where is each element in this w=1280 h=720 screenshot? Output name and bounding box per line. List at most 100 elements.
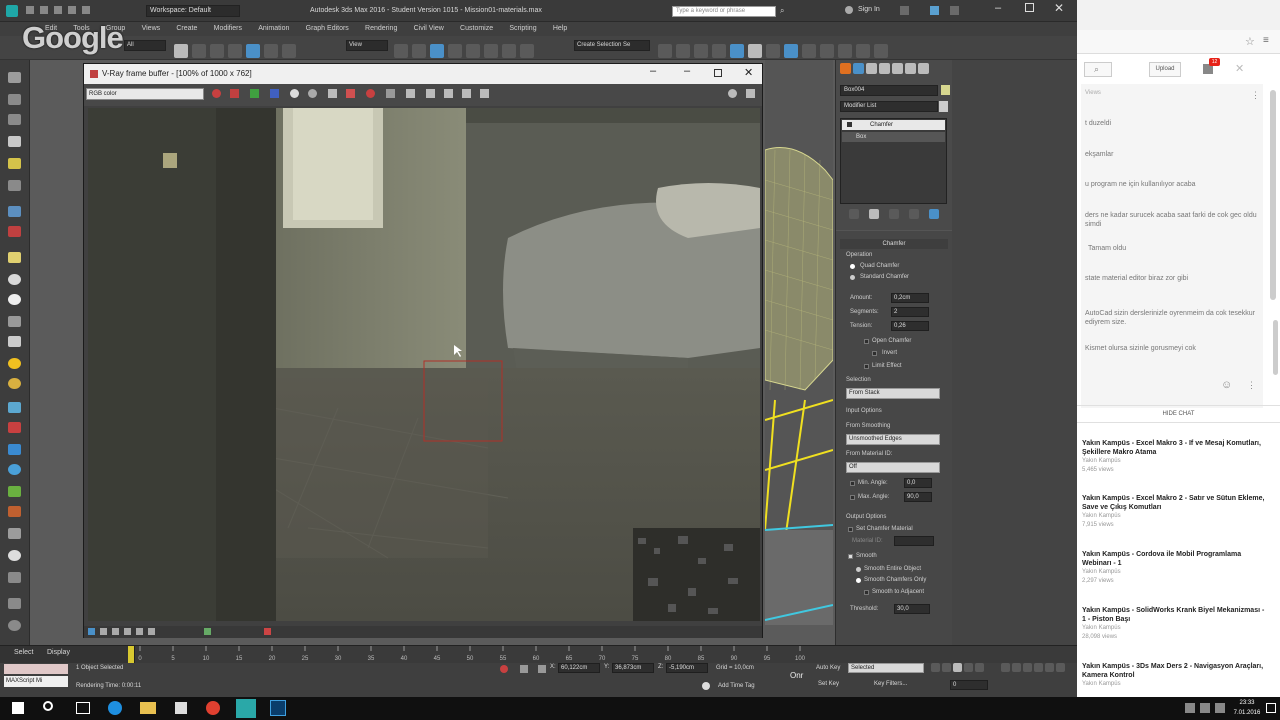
quad-chamfer-radio[interactable] bbox=[850, 264, 855, 269]
color-correct-icon[interactable] bbox=[480, 89, 489, 98]
smooth-chamfers-radio[interactable] bbox=[856, 578, 861, 583]
render-iterative-icon[interactable] bbox=[838, 44, 852, 58]
vray-minimize-button[interactable]: – bbox=[684, 65, 690, 77]
create-tab-icon[interactable] bbox=[840, 63, 851, 74]
exchange-icon[interactable] bbox=[900, 6, 909, 15]
menu-customize[interactable]: Customize bbox=[460, 22, 493, 36]
maximize-button[interactable] bbox=[1025, 3, 1034, 12]
show-end-result-icon[interactable] bbox=[869, 209, 879, 219]
cone-icon[interactable] bbox=[8, 336, 21, 347]
material-id-spinner[interactable] bbox=[894, 536, 934, 546]
tray-keyboard-icon[interactable] bbox=[1215, 703, 1225, 713]
amount-spinner[interactable]: 0,2cm bbox=[891, 293, 929, 303]
rendered-frame-window-icon[interactable] bbox=[802, 44, 816, 58]
info-icon[interactable] bbox=[728, 89, 737, 98]
alpha-icon[interactable] bbox=[290, 89, 299, 98]
video-item-5[interactable]: Yakın Kampüs - 3Ds Max Ders 2 - Navigasy… bbox=[1082, 662, 1270, 689]
mono-icon[interactable] bbox=[308, 89, 317, 98]
current-frame-field[interactable]: 0 bbox=[950, 680, 988, 690]
material-id-dropdown[interactable]: Off bbox=[846, 462, 940, 473]
workspace-dropdown[interactable]: Workspace: Default bbox=[146, 5, 240, 17]
helper-icon[interactable] bbox=[8, 206, 21, 217]
track-mouse-icon[interactable] bbox=[406, 89, 415, 98]
undo-icon[interactable] bbox=[68, 6, 76, 14]
video-title[interactable]: Yakın Kampüs - SolidWorks Krank Biyel Me… bbox=[1082, 606, 1270, 624]
go-to-end-icon[interactable] bbox=[975, 663, 984, 672]
paint-icon[interactable] bbox=[8, 422, 21, 433]
select-scale-icon[interactable] bbox=[282, 44, 296, 58]
duplicate-icon[interactable] bbox=[386, 89, 395, 98]
extra-tab-icon[interactable] bbox=[918, 63, 929, 74]
clock[interactable]: 23:33 7.01.2016 bbox=[1232, 698, 1262, 718]
chrome-icon[interactable] bbox=[206, 701, 220, 715]
selected-dropdown[interactable]: Selected bbox=[848, 663, 924, 673]
video-title[interactable]: Yakın Kampüs - Excel Makro 3 - If ve Mes… bbox=[1082, 439, 1270, 457]
sphere-icon[interactable] bbox=[8, 274, 21, 285]
link-icon[interactable] bbox=[8, 94, 21, 105]
zoom-extents-icon[interactable] bbox=[1023, 663, 1032, 672]
video-channel[interactable]: Yakın Kampüs bbox=[1082, 512, 1270, 521]
angle-snap-icon[interactable] bbox=[466, 44, 480, 58]
mirror-icon[interactable] bbox=[658, 44, 672, 58]
select-by-name-icon[interactable] bbox=[192, 44, 206, 58]
set-key-label[interactable]: Set Key bbox=[818, 681, 839, 687]
chat-menu-icon[interactable]: ⋮ bbox=[1251, 90, 1260, 101]
remove-modifier-icon[interactable] bbox=[909, 209, 919, 219]
auto-key-label[interactable]: Auto Key bbox=[816, 665, 840, 671]
wireframe-viewport[interactable] bbox=[765, 60, 833, 625]
stack-item-box[interactable]: Box bbox=[842, 132, 945, 142]
make-unique-icon[interactable] bbox=[889, 209, 899, 219]
bookmark-star-icon[interactable]: ☆ bbox=[1245, 35, 1255, 48]
sun-icon[interactable] bbox=[8, 358, 21, 369]
box-icon[interactable] bbox=[8, 252, 21, 263]
spacewarp-icon[interactable] bbox=[8, 226, 21, 237]
named-selection-dropdown[interactable]: Create Selection Se bbox=[574, 40, 650, 51]
menu-animation[interactable]: Animation bbox=[258, 22, 289, 36]
vray-frame-buffer-window[interactable]: V-Ray frame buffer - [100% of 1000 x 762… bbox=[83, 63, 763, 638]
render-image[interactable] bbox=[88, 108, 760, 621]
history-icon[interactable] bbox=[88, 628, 95, 635]
isolate-icon[interactable] bbox=[500, 665, 508, 673]
help-circle-icon[interactable] bbox=[8, 620, 21, 631]
stack-item-chamfer[interactable]: Chamfer bbox=[842, 120, 945, 130]
percent-snap-icon[interactable] bbox=[484, 44, 498, 58]
time-tag-icon[interactable] bbox=[702, 682, 710, 690]
autodesk-360-icon[interactable] bbox=[930, 6, 939, 15]
min-angle-checkbox[interactable] bbox=[850, 481, 855, 486]
reference-coord-dropdown[interactable]: View bbox=[346, 40, 388, 51]
video-channel[interactable]: Yakın Kampüs bbox=[1082, 568, 1270, 577]
video-title[interactable]: Yakın Kampüs - Cordova ile Mobil Program… bbox=[1082, 550, 1270, 568]
globe-icon[interactable] bbox=[8, 464, 21, 475]
save-image-icon[interactable] bbox=[328, 89, 337, 98]
align-icon[interactable] bbox=[676, 44, 690, 58]
graphite-icon[interactable] bbox=[712, 44, 726, 58]
zoom-icon[interactable] bbox=[1001, 663, 1010, 672]
pin-stack-icon[interactable] bbox=[849, 209, 859, 219]
menu-views[interactable]: Views bbox=[142, 22, 161, 36]
next-frame-icon[interactable] bbox=[964, 663, 973, 672]
new-icon[interactable] bbox=[26, 6, 34, 14]
yt-search-button[interactable]: ⌕ bbox=[1084, 62, 1112, 77]
max-app-icon[interactable] bbox=[6, 5, 18, 17]
y-coord-field[interactable]: 36,873cm bbox=[612, 663, 654, 673]
video-channel[interactable]: Yakın Kampüs bbox=[1082, 680, 1270, 689]
menu-rendering[interactable]: Rendering bbox=[365, 22, 397, 36]
redo-icon[interactable] bbox=[82, 6, 90, 14]
material-editor-icon[interactable] bbox=[766, 44, 780, 58]
threshold-spinner[interactable]: 30,0 bbox=[894, 604, 930, 614]
add-time-tag[interactable]: Add Time Tag bbox=[718, 683, 755, 689]
select-rotate-icon[interactable] bbox=[264, 44, 278, 58]
load-image-icon[interactable] bbox=[346, 89, 355, 98]
min-angle-spinner[interactable]: 0,0 bbox=[904, 478, 932, 488]
tray-volume-icon[interactable] bbox=[1200, 703, 1210, 713]
bg-icon[interactable] bbox=[136, 628, 143, 635]
smooth-adjacent-checkbox[interactable] bbox=[864, 590, 869, 595]
stamp-icon[interactable] bbox=[264, 628, 271, 635]
segments-spinner[interactable]: 2 bbox=[891, 307, 929, 317]
sign-in-link[interactable]: Sign In bbox=[858, 6, 880, 13]
lut-icon[interactable] bbox=[148, 628, 155, 635]
render-production-icon[interactable] bbox=[820, 44, 834, 58]
prev-frame-icon[interactable] bbox=[942, 663, 951, 672]
help-icon[interactable] bbox=[950, 6, 959, 15]
srgb-icon[interactable] bbox=[204, 628, 211, 635]
